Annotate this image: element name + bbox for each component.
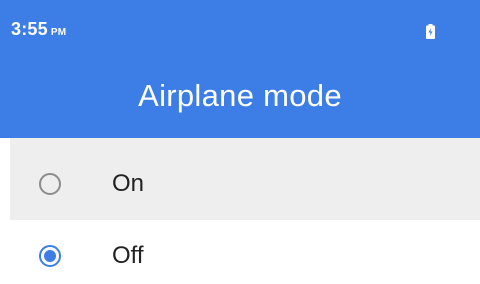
option-label: Off	[112, 242, 144, 269]
radio-checked-icon[interactable]	[39, 245, 61, 267]
option-on[interactable]: On	[10, 138, 480, 220]
status-time: 3:55 PM	[11, 19, 66, 40]
page-title: Airplane mode	[138, 78, 342, 113]
radio-unchecked-icon[interactable]	[39, 173, 61, 195]
option-off[interactable]: Off	[10, 226, 480, 284]
battery-icon	[426, 24, 435, 39]
app-header: 3:55 PM Airplane mode	[0, 0, 480, 138]
status-bar: 3:55 PM	[0, 0, 480, 70]
option-label: On	[112, 170, 145, 197]
time-text: 3:55	[11, 19, 48, 39]
time-ampm: PM	[50, 27, 67, 38]
